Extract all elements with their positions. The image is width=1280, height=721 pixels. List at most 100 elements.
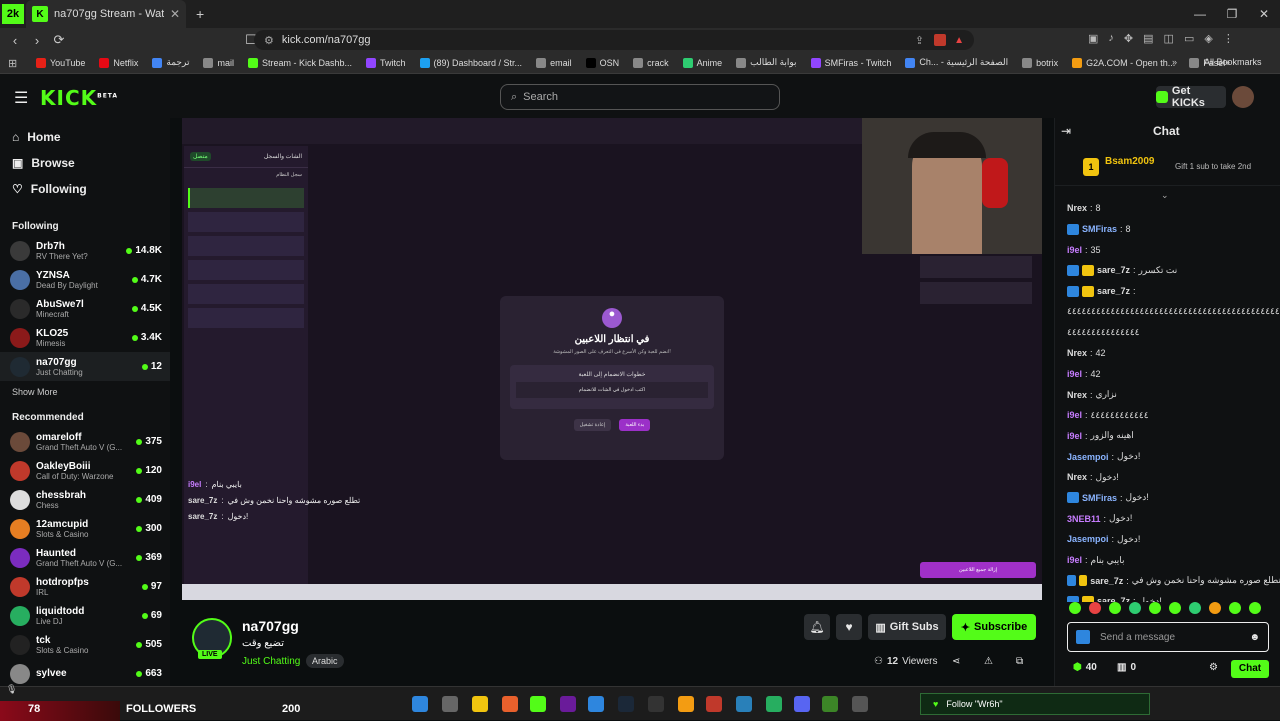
emoji-icon[interactable]: ☻ <box>1249 632 1260 643</box>
wallet-icon[interactable]: ▭ <box>1184 32 1194 45</box>
app-icon[interactable] <box>678 696 694 712</box>
app-icon[interactable] <box>852 696 868 712</box>
new-tab-button[interactable]: + <box>196 6 204 22</box>
browser-tab[interactable]: K na707gg Stream - Watch Live on ✕ <box>26 0 186 28</box>
bookmark-item[interactable]: YouTube <box>36 57 85 68</box>
chat-username[interactable]: Nrex <box>1067 472 1087 482</box>
bookmark-item[interactable]: Ch... - الصفحة الرئيسية <box>905 57 1008 68</box>
bookmark-item[interactable]: botrix <box>1022 57 1058 68</box>
steam-icon[interactable] <box>618 696 634 712</box>
channel-item[interactable]: KLO25 Mimesis 3.4K <box>0 323 170 352</box>
kick-logo[interactable]: KICKBETA <box>40 86 118 110</box>
bookmark-item[interactable]: ترجمة <box>152 57 189 68</box>
chat-username[interactable]: i9el <box>1067 245 1082 255</box>
chat-input[interactable]: Send a message ☻ <box>1067 622 1269 652</box>
close-window-button[interactable]: ✕ <box>1248 7 1280 21</box>
audio-icon[interactable]: ♪ <box>1108 32 1114 45</box>
channel-item[interactable]: YZNSA Dead By Daylight 4.7K <box>0 265 170 294</box>
emote-icon[interactable] <box>1089 602 1101 614</box>
apps-grid-icon[interactable]: ⊞ <box>8 57 17 70</box>
chat-username[interactable]: i9el <box>1067 431 1082 441</box>
app-icon[interactable] <box>560 696 576 712</box>
bookmark-item[interactable]: mail <box>203 57 234 68</box>
bookmark-item[interactable]: Twitch <box>366 57 406 68</box>
bookmark-item[interactable]: Anime <box>682 57 722 68</box>
gift-count[interactable]: ▥ 0 <box>1117 662 1136 673</box>
emote-icon[interactable] <box>1169 602 1181 614</box>
emote-icon[interactable] <box>1209 602 1221 614</box>
chat-username[interactable]: Nrex <box>1067 390 1087 400</box>
reader-icon[interactable]: ▤ <box>1143 32 1153 45</box>
kick-app-icon[interactable] <box>530 696 546 712</box>
bookmark-item[interactable]: Netflix <box>99 57 138 68</box>
app-icon[interactable] <box>588 696 604 712</box>
subscribe-button[interactable]: ✦ Subscribe <box>952 614 1036 640</box>
get-kicks-button[interactable]: Get KICKs <box>1156 85 1226 109</box>
minecraft-icon[interactable] <box>822 696 838 712</box>
sidebar-toggle-icon[interactable]: ◫ <box>1164 32 1174 45</box>
taskbar-search-icon[interactable] <box>442 696 458 712</box>
bookmark-item[interactable]: email <box>536 57 572 68</box>
channel-item[interactable]: Haunted Grand Theft Auto V (G... 369 <box>0 543 170 572</box>
file-explorer-icon[interactable] <box>472 696 488 712</box>
vpn-icon[interactable]: ◈ <box>1204 32 1212 45</box>
menu-icon[interactable]: ⋮ <box>1223 32 1234 45</box>
report-icon[interactable]: ⚠ <box>984 656 993 667</box>
chat-username[interactable]: 3NEB11 <box>1067 514 1101 524</box>
discord-icon[interactable] <box>794 696 810 712</box>
kick-points[interactable]: ⬢ 40 <box>1073 662 1097 673</box>
channel-item[interactable]: chessbrah Chess 409 <box>0 485 170 514</box>
channel-item[interactable]: tck Slots & Casino 505 <box>0 630 170 659</box>
nav-following[interactable]: ♡ Following <box>0 176 170 202</box>
url-field[interactable]: ⚙ kick.com/na707gg ⇪ ▲ <box>254 30 974 50</box>
channel-item[interactable]: AbuSwe7l Minecraft 4.5K <box>0 294 170 323</box>
tag-arabic[interactable]: Arabic <box>306 654 344 668</box>
chat-username[interactable]: i9el <box>1067 555 1082 565</box>
reload-icon[interactable]: ⟳ <box>48 32 70 48</box>
app-icon[interactable] <box>706 696 722 712</box>
chat-settings-icon[interactable]: ⚙ <box>1209 662 1218 673</box>
send-chat-button[interactable]: Chat <box>1231 660 1269 678</box>
collapse-chat-icon[interactable]: ⇥ <box>1061 124 1071 138</box>
puzzle-icon[interactable]: ✥ <box>1124 32 1133 45</box>
category-link[interactable]: Just Chatting <box>242 656 300 667</box>
channel-name[interactable]: na707gg <box>242 618 299 634</box>
notification-bell-icon[interactable]: 🔔︎ <box>804 614 830 640</box>
channel-item[interactable]: omareloff Grand Theft Auto V (G... 375 <box>0 427 170 456</box>
channel-item[interactable]: OakleyBoiii Call of Duty: Warzone 120 <box>0 456 170 485</box>
back-icon[interactable]: ‹ <box>4 33 26 48</box>
chat-username[interactable]: Nrex <box>1067 348 1087 358</box>
share-button[interactable]: ⋖ <box>952 656 960 667</box>
chat-username[interactable]: i9el <box>1067 369 1082 379</box>
brave-rewards-icon[interactable]: ▲ <box>954 35 964 46</box>
maximize-button[interactable]: ❐ <box>1216 7 1248 21</box>
chat-username[interactable]: SMFiras <box>1082 493 1117 503</box>
epic-games-icon[interactable] <box>648 696 664 712</box>
bookmarks-overflow-icon[interactable]: » <box>1172 57 1177 67</box>
search-input[interactable]: ⌕ Search <box>500 84 780 110</box>
channel-item[interactable]: liquidtodd Live DJ 69 <box>0 601 170 630</box>
bookmark-item[interactable]: Stream - Kick Dashb... <box>247 57 352 68</box>
channel-item[interactable]: 12amcupid Slots & Casino 300 <box>0 514 170 543</box>
emote-icon[interactable] <box>1229 602 1241 614</box>
channel-item[interactable]: Drb7h RV There Yet? 14.8K <box>0 236 170 265</box>
emote-icon[interactable] <box>1249 602 1261 614</box>
windows-start-icon[interactable] <box>412 696 428 712</box>
chat-username[interactable]: sare_7z <box>1090 576 1123 586</box>
emote-icon[interactable] <box>1109 602 1121 614</box>
brave-shield-icon[interactable] <box>934 34 947 46</box>
emote-icon[interactable] <box>1069 602 1081 614</box>
app-icon[interactable] <box>736 696 752 712</box>
chat-username[interactable]: i9el <box>1067 410 1082 420</box>
share-icon[interactable]: ⇪ <box>915 34 924 47</box>
chat-username[interactable]: SMFiras <box>1082 224 1117 234</box>
channel-item[interactable]: na707gg Just Chatting 12 <box>0 352 170 381</box>
chat-username[interactable]: sare_7z <box>1097 286 1130 296</box>
bookmark-item[interactable]: بوابة الطالب <box>736 57 797 68</box>
nav-browse[interactable]: ▣ Browse <box>0 150 170 176</box>
bookmark-item[interactable]: OSN <box>585 57 619 68</box>
emote-icon[interactable] <box>1149 602 1161 614</box>
chat-username[interactable]: Nrex <box>1067 203 1087 213</box>
chat-username[interactable]: Jasempoi <box>1067 452 1109 462</box>
chat-username[interactable]: sare_7z <box>1097 265 1130 275</box>
